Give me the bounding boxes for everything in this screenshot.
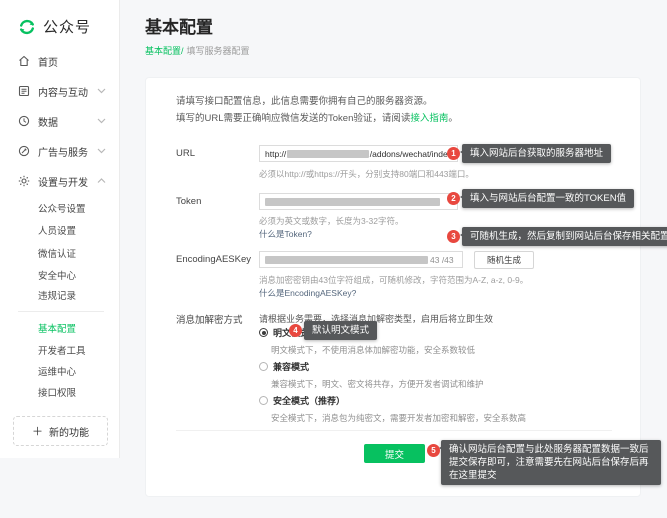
sidebar-item-api-permission[interactable]: 接口权限 — [38, 385, 76, 399]
breadcrumb: 基本配置/填写服务器配置 — [145, 44, 250, 57]
brand-logo[interactable]: 公众号 — [18, 16, 91, 37]
ads-icon — [18, 145, 30, 157]
plaintext-mode-help: 明文模式下，不使用消息体加解密功能，安全系数较低 — [271, 345, 476, 355]
access-guide-link[interactable]: 接入指南 — [410, 113, 448, 124]
submit-button[interactable]: 提交 — [364, 444, 425, 463]
random-generate-button[interactable]: 随机生成 — [474, 251, 534, 269]
url-help: 必须以http://或https://开头，分别支持80端口和443端口。 — [259, 169, 474, 179]
aeskey-counter: 43 /43 — [430, 254, 454, 265]
token-help: 必须为英文或数字，长度为3-32字符。 — [259, 216, 404, 226]
intro-line2: 填写的URL需要正确响应微信发送的Token验证，请阅读接入指南。 — [176, 113, 458, 124]
home-icon — [18, 55, 30, 67]
breadcrumb-separator: / — [181, 46, 184, 56]
token-input[interactable] — [259, 193, 458, 210]
sidebar-item-ads[interactable]: 广告与服务 — [0, 141, 120, 161]
aeskey-label: EncodingAESKey — [176, 254, 251, 265]
secure-mode-help: 安全模式下，消息包为纯密文，需要开发者加密和解密，安全系数高 — [271, 413, 527, 423]
url-input[interactable]: http:// /addons/wechat/index — [259, 145, 458, 162]
sidebar-item-content[interactable]: 内容与互动 — [0, 81, 120, 101]
url-label: URL — [176, 148, 196, 159]
url-value-prefix: http:// — [265, 148, 287, 159]
chevron-down-icon — [97, 148, 106, 154]
sidebar: 公众号 首页 内容与互动 数据 广告与服务 设置与开发 公众号设置 人员设置 微… — [0, 0, 120, 458]
sidebar-divider — [18, 311, 104, 312]
annotation-tip-5: 确认网站后台配置与此处服务器配置数据一致后提交保存即可，注意需要先在网站后台保存… — [439, 440, 661, 485]
sidebar-item-account-settings[interactable]: 公众号设置 — [38, 201, 86, 215]
annotation-tip-2: 填入与网站后台配置一致的TOKEN值 — [459, 189, 635, 208]
aeskey-input[interactable]: 43 /43 — [259, 251, 463, 268]
sidebar-item-security-center[interactable]: 安全中心 — [38, 268, 76, 282]
wechat-official-account-logo-icon — [18, 18, 36, 36]
sidebar-item-developer-tools[interactable]: 开发者工具 — [38, 343, 86, 357]
token-label: Token — [176, 196, 202, 207]
annotation-badge-5: 5 — [427, 444, 440, 457]
compat-mode-help: 兼容模式下，明文、密文将共存，方便开发者调试和维护 — [271, 379, 484, 389]
sidebar-item-label: 设置与开发 — [38, 177, 88, 189]
new-feature-button[interactable]: ＋ 新的功能 — [13, 416, 108, 446]
sidebar-item-ops-center[interactable]: 运维中心 — [38, 364, 76, 378]
sidebar-item-basic-config[interactable]: 基本配置 — [38, 321, 76, 335]
breadcrumb-current[interactable]: 基本配置 — [145, 46, 181, 56]
sidebar-item-staff-settings[interactable]: 人员设置 — [38, 223, 76, 237]
sidebar-item-settings-dev[interactable]: 设置与开发 — [0, 171, 120, 191]
aeskey-whatis-link[interactable]: 什么是EncodingAESKey? — [259, 287, 356, 299]
new-feature-label: 新的功能 — [49, 427, 89, 439]
sidebar-item-home[interactable]: 首页 — [0, 51, 120, 71]
chevron-down-icon — [97, 118, 106, 124]
settings-icon — [18, 175, 30, 187]
sidebar-item-label: 广告与服务 — [38, 147, 88, 159]
radio-icon — [259, 396, 268, 405]
radio-secure-mode[interactable]: 安全模式（推荐） — [259, 394, 345, 407]
card-divider — [176, 430, 612, 431]
content-icon — [18, 85, 30, 97]
chevron-up-icon — [97, 178, 106, 184]
annotation-tip-3: 可随机生成，然后复制到网站后台保存相关配置 — [460, 227, 667, 246]
plus-icon: ＋ — [32, 426, 43, 438]
token-whatis-link[interactable]: 什么是Token? — [259, 228, 312, 240]
sidebar-item-label: 首页 — [38, 57, 58, 69]
sidebar-item-label: 数据 — [38, 117, 58, 129]
annotation-tip-1: 填入网站后台获取的服务器地址 — [459, 144, 612, 163]
brand-name: 公众号 — [43, 19, 92, 36]
page: 公众号 首页 内容与互动 数据 广告与服务 设置与开发 公众号设置 人员设置 微… — [0, 0, 667, 518]
sidebar-item-data[interactable]: 数据 — [0, 111, 120, 131]
intro-text: 请填写接口配置信息，此信息需要你拥有自己的服务器资源。 填写的URL需要正确响应… — [176, 93, 458, 127]
page-title: 基本配置 — [145, 18, 213, 37]
sidebar-item-label: 内容与互动 — [38, 87, 88, 99]
crypto-mode-label: 消息加解密方式 — [176, 315, 243, 326]
breadcrumb-next: 填写服务器配置 — [186, 46, 250, 56]
intro-line1: 请填写接口配置信息，此信息需要你拥有自己的服务器资源。 — [176, 96, 433, 107]
chevron-down-icon — [97, 88, 106, 94]
annotation-badge-1: 1 — [447, 147, 460, 160]
annotation-badge-2: 2 — [447, 192, 460, 205]
sidebar-item-violation-record[interactable]: 违规记录 — [38, 288, 76, 302]
data-icon — [18, 115, 30, 127]
annotation-badge-4: 4 — [289, 324, 302, 337]
annotation-badge-3: 3 — [447, 230, 460, 243]
radio-compat-mode[interactable]: 兼容模式 — [259, 360, 309, 373]
sidebar-item-wechat-verify[interactable]: 微信认证 — [38, 246, 76, 260]
url-redacted-value — [287, 149, 369, 158]
server-config-card: 请填写接口配置信息，此信息需要你拥有自己的服务器资源。 填写的URL需要正确响应… — [145, 77, 641, 497]
token-redacted-value — [265, 197, 440, 206]
annotation-tip-4: 默认明文模式 — [301, 321, 378, 340]
url-value-suffix: /addons/wechat/index — [369, 148, 452, 159]
aeskey-redacted-value — [265, 255, 428, 264]
aeskey-help: 消息加密密钥由43位字符组成，可随机修改，字符范围为A-Z, a-z, 0-9。 — [259, 275, 529, 285]
radio-icon — [259, 362, 268, 371]
radio-selected-icon — [259, 328, 268, 337]
